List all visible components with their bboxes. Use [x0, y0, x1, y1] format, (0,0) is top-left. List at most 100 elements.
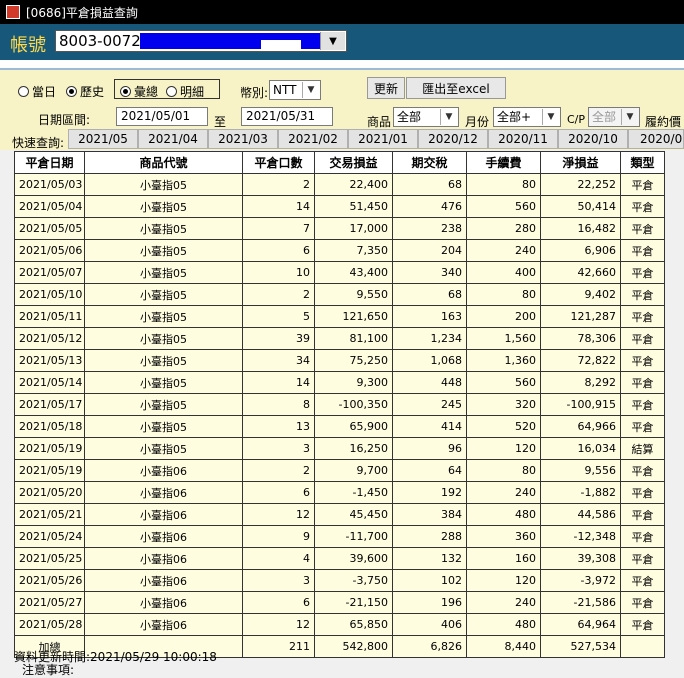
table-row[interactable]: 2021/05/21 小臺指06 12 45,450 384 480 44,586 平倉: [14, 503, 665, 526]
export-excel-button[interactable]: 匯出至excel: [406, 77, 506, 99]
table-cell: 小臺指06: [84, 591, 243, 614]
table-cell: 平倉: [620, 547, 665, 570]
table-cell: 5: [242, 305, 315, 328]
table-cell: 163: [392, 305, 467, 328]
quick-month-button[interactable]: 2020/12: [418, 129, 488, 149]
table-row[interactable]: 2021/05/14 小臺指05 14 9,300 448 560 8,292 平倉: [14, 371, 665, 394]
table-row[interactable]: 2021/05/24 小臺指06 9 -11,700 288 360 -12,348 平倉: [14, 525, 665, 548]
table-row[interactable]: 2021/05/20 小臺指06 6 -1,450 192 240 -1,882 平倉: [14, 481, 665, 504]
table-cell: 65,850: [314, 613, 393, 636]
table-cell: 1,360: [466, 349, 541, 372]
column-header[interactable]: 淨損益: [540, 151, 621, 174]
table-row[interactable]: 2021/05/17 小臺指05 8 -100,350 245 320 -100,915 平倉: [14, 393, 665, 416]
date-from-input[interactable]: 2021/05/01: [116, 107, 208, 126]
table-cell: 120: [466, 437, 541, 460]
radio-today[interactable]: 當日: [18, 83, 56, 100]
table-cell: 240: [466, 239, 541, 262]
table-cell: 44,586: [540, 503, 621, 526]
chevron-down-icon[interactable]: ▼: [320, 32, 345, 50]
table-cell: 16,034: [540, 437, 621, 460]
quick-month-button[interactable]: 2021/02: [278, 129, 348, 149]
table-cell: 476: [392, 195, 467, 218]
radio-detail[interactable]: 明細: [166, 83, 204, 100]
table-row[interactable]: 2021/05/28 小臺指06 12 65,850 406 480 64,964 平倉: [14, 613, 665, 636]
table-cell: -3,972: [540, 569, 621, 592]
table-row[interactable]: 2021/05/03 小臺指05 2 22,400 68 80 22,252 平倉: [14, 173, 665, 196]
month-select[interactable]: 全部+ ▼: [493, 107, 561, 127]
table-cell: 78,306: [540, 327, 621, 350]
radio-history[interactable]: 歷史: [66, 83, 104, 100]
table-cell: 8: [242, 393, 315, 416]
table-cell: 平倉: [620, 305, 665, 328]
currency-label: 幣別:: [240, 86, 269, 100]
table-row[interactable]: 2021/05/19 小臺指06 2 9,700 64 80 9,556 平倉: [14, 459, 665, 482]
table-cell: 平倉: [620, 459, 665, 482]
account-bar: 帳號 8003-0072 ▼: [0, 24, 684, 60]
table-row[interactable]: 2021/05/04 小臺指05 14 51,450 476 560 50,414 平倉: [14, 195, 665, 218]
table-cell: -12,348: [540, 525, 621, 548]
table-row[interactable]: 2021/05/26 小臺指06 3 -3,750 102 120 -3,972 平倉: [14, 569, 665, 592]
table-row[interactable]: 2021/05/05 小臺指05 7 17,000 238 280 16,482 平倉: [14, 217, 665, 240]
table-row[interactable]: 2021/05/11 小臺指05 5 121,650 163 200 121,287 平倉: [14, 305, 665, 328]
table-cell: 小臺指06: [84, 481, 243, 504]
column-header[interactable]: 平倉日期: [14, 151, 85, 174]
column-header[interactable]: 交易損益: [314, 151, 393, 174]
radio-summary[interactable]: 彙總: [120, 83, 158, 100]
quick-month-button[interactable]: 2021/04: [138, 129, 208, 149]
radio-detail-label: 明細: [180, 85, 205, 99]
table-cell: 6: [242, 591, 315, 614]
column-header[interactable]: 平倉口數: [242, 151, 315, 174]
table-cell: 2021/05/13: [14, 349, 85, 372]
table-cell: 2021/05/21: [14, 503, 85, 526]
quick-month-button[interactable]: 2021/03: [208, 129, 278, 149]
table-cell: 8,292: [540, 371, 621, 394]
column-header[interactable]: 類型: [620, 151, 665, 174]
separator-strip: [0, 60, 684, 68]
table-cell: 小臺指06: [84, 459, 243, 482]
quick-month-button[interactable]: 2021/05: [68, 129, 138, 149]
quick-month-button[interactable]: 2021/01: [348, 129, 418, 149]
column-header[interactable]: 期交稅: [392, 151, 467, 174]
table-cell: 80: [466, 283, 541, 306]
cp-select[interactable]: 全部 ▼: [588, 107, 640, 127]
window-title: [0686]平倉損益查詢: [26, 5, 138, 20]
product-select[interactable]: 全部 ▼: [393, 107, 459, 127]
table-cell: 288: [392, 525, 467, 548]
table-row[interactable]: 2021/05/10 小臺指05 2 9,550 68 80 9,402 平倉: [14, 283, 665, 306]
table-row[interactable]: 2021/05/12 小臺指05 39 81,100 1,234 1,560 78,306 平…: [14, 327, 665, 350]
table-row[interactable]: 2021/05/25 小臺指06 4 39,600 132 160 39,308 平倉: [14, 547, 665, 570]
chevron-down-icon: ▼: [440, 109, 457, 125]
table-cell: 64,966: [540, 415, 621, 438]
refresh-button[interactable]: 更新: [367, 77, 405, 99]
table-row[interactable]: 2021/05/27 小臺指06 6 -21,150 196 240 -21,586 平倉: [14, 591, 665, 614]
table-body: 2021/05/03 小臺指05 2 22,400 68 80 22,252 平倉 2021/0…: [14, 173, 665, 658]
currency-select[interactable]: NTT ▼: [269, 80, 321, 100]
radio-checked-icon: [66, 86, 77, 97]
table-row[interactable]: 2021/05/13 小臺指05 34 75,250 1,068 1,360 72,822 平…: [14, 349, 665, 372]
date-to-input[interactable]: 2021/05/31: [241, 107, 333, 126]
table-cell: 小臺指05: [84, 261, 243, 284]
table-cell: 72,822: [540, 349, 621, 372]
table-cell: 4: [242, 547, 315, 570]
cp-value: 全部: [592, 110, 617, 124]
quick-month-button[interactable]: 2020/0: [628, 129, 684, 149]
table-cell: 7: [242, 217, 315, 240]
quick-month-button[interactable]: 2020/11: [488, 129, 558, 149]
account-select[interactable]: 8003-0072 ▼: [55, 30, 347, 52]
table-cell: 17,000: [314, 217, 393, 240]
table-row[interactable]: 2021/05/06 小臺指05 6 7,350 204 240 6,906 平倉: [14, 239, 665, 262]
total-cell: 527,534: [540, 635, 621, 658]
table-cell: 小臺指05: [84, 349, 243, 372]
table-cell: 小臺指06: [84, 525, 243, 548]
quick-month-button[interactable]: 2020/10: [558, 129, 628, 149]
date-range-label: 日期區間:: [38, 113, 91, 127]
table-row[interactable]: 2021/05/19 小臺指05 3 16,250 96 120 16,034 結算: [14, 437, 665, 460]
table-cell: 2021/05/26: [14, 569, 85, 592]
table-cell: 14: [242, 371, 315, 394]
column-header[interactable]: 商品代號: [84, 151, 243, 174]
table-cell: 小臺指05: [84, 437, 243, 460]
table-cell: 平倉: [620, 591, 665, 614]
table-row[interactable]: 2021/05/07 小臺指05 10 43,400 340 400 42,660 平倉: [14, 261, 665, 284]
column-header[interactable]: 手續費: [466, 151, 541, 174]
table-row[interactable]: 2021/05/18 小臺指05 13 65,900 414 520 64,966 平倉: [14, 415, 665, 438]
